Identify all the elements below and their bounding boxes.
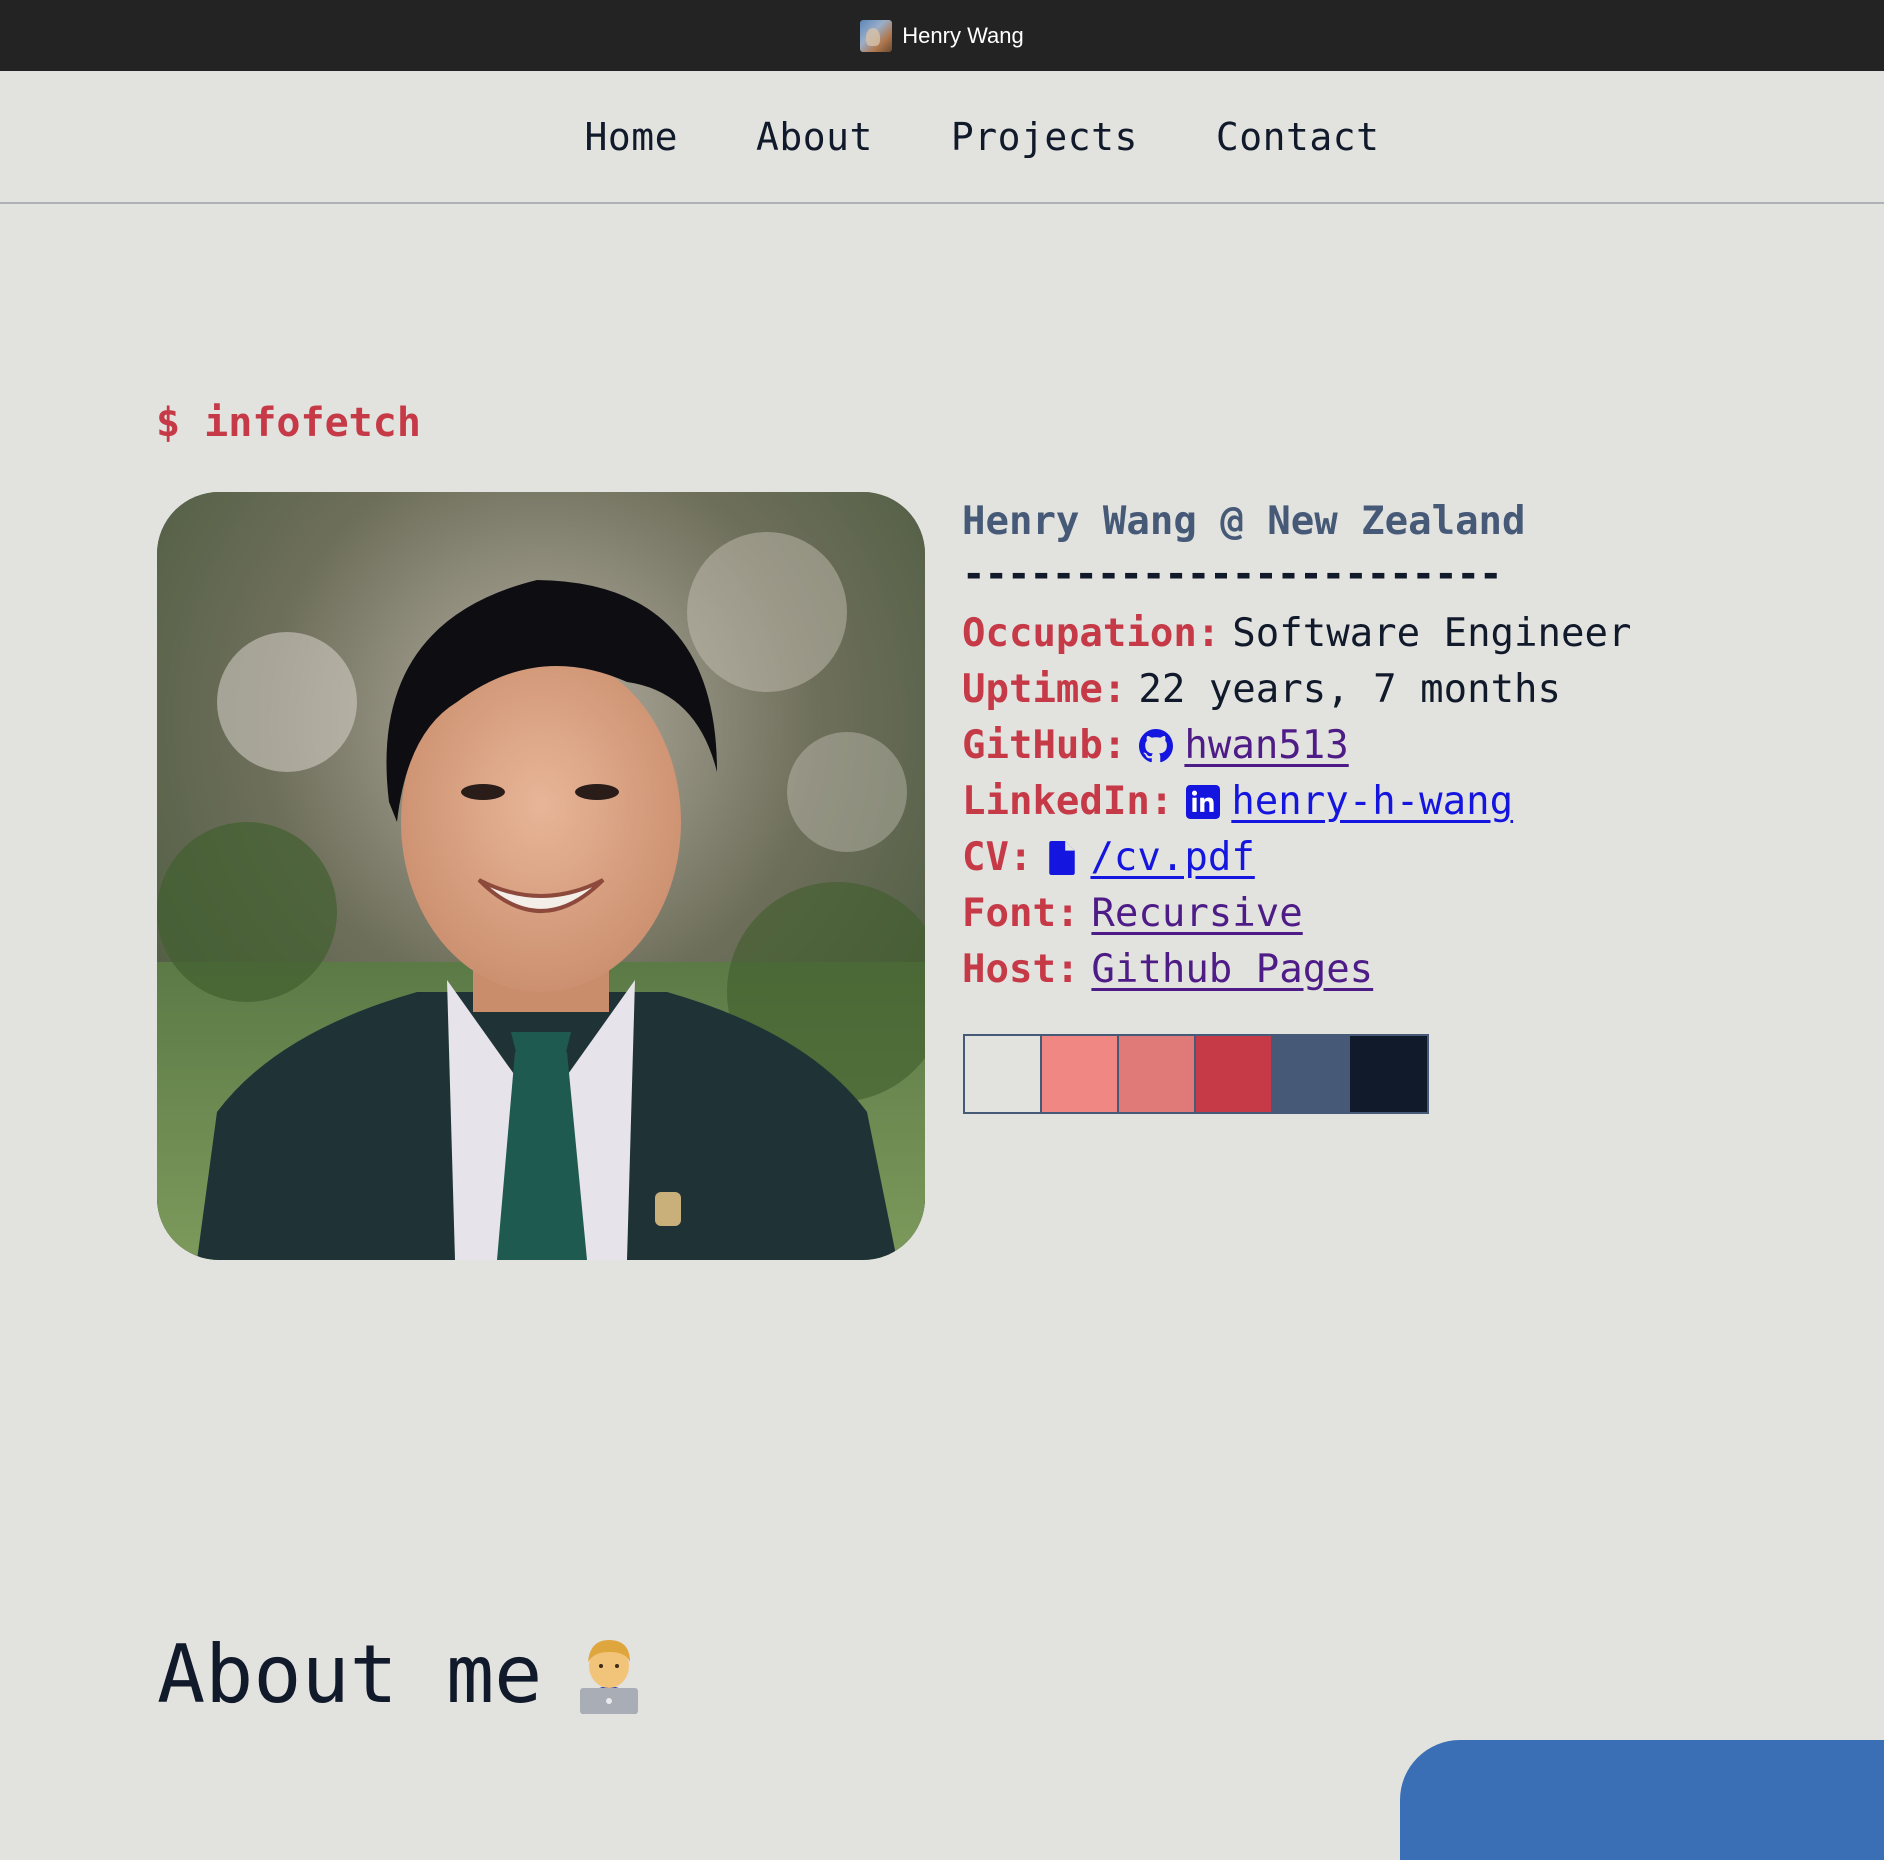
font-link[interactable]: Recursive	[1091, 886, 1302, 942]
color-palette	[963, 1034, 1429, 1114]
linkedin-icon	[1185, 784, 1221, 820]
window-title: Henry Wang	[902, 22, 1024, 48]
font-row: Font: Recursive	[962, 886, 1842, 942]
about-section-heading: About me	[157, 1628, 646, 1721]
file-icon	[1044, 840, 1080, 876]
occupation-value: Software Engineer	[1232, 611, 1632, 656]
palette-swatch	[1042, 1036, 1119, 1112]
user-host-heading: Henry Wang @ New Zealand	[962, 499, 1526, 544]
nav-projects-link[interactable]: Projects	[951, 115, 1138, 159]
palette-swatch	[1119, 1036, 1196, 1112]
uptime-value: 22 years, 7 months	[1138, 667, 1562, 712]
github-key: GitHub:	[962, 723, 1127, 768]
technologist-emoji-icon	[572, 1636, 646, 1714]
main-nav: Home About Projects Contact	[0, 71, 1884, 204]
palette-swatch	[1350, 1036, 1427, 1112]
profile-photo	[157, 492, 925, 1260]
palette-swatch	[965, 1036, 1042, 1112]
uptime-key: Uptime:	[962, 667, 1127, 712]
host-key: Host:	[962, 947, 1080, 992]
terminal-prompt: $ infofetch	[156, 400, 421, 446]
nav-contact-link[interactable]: Contact	[1216, 115, 1380, 159]
palette-swatch	[1196, 1036, 1273, 1112]
font-key: Font:	[962, 891, 1080, 936]
infofetch-panel: Henry Wang @ New Zealand ---------------…	[962, 494, 1842, 998]
cv-link[interactable]: /cv.pdf	[1090, 830, 1254, 886]
host-link[interactable]: Github Pages	[1091, 942, 1373, 998]
browser-tab-bar: Henry Wang	[0, 0, 1884, 71]
nav-home-link[interactable]: Home	[584, 115, 678, 159]
about-heading-text: About me	[157, 1628, 543, 1721]
linkedin-link[interactable]: henry-h-wang	[1231, 774, 1513, 830]
palette-swatch	[1273, 1036, 1350, 1112]
cv-key: CV:	[962, 835, 1033, 880]
occupation-key: Occupation:	[962, 611, 1221, 656]
about-photo-peek	[1400, 1740, 1884, 1860]
nav-about-link[interactable]: About	[756, 115, 873, 159]
favicon-icon	[860, 19, 893, 52]
host-row: Host: Github Pages	[962, 942, 1842, 998]
github-link[interactable]: hwan513	[1184, 718, 1348, 774]
occupation-row: Occupation: Software Engineer	[962, 606, 1842, 662]
linkedin-row: LinkedIn: henry-h-wang	[962, 774, 1842, 830]
github-row: GitHub: hwan513	[962, 718, 1842, 774]
cv-row: CV: /cv.pdf	[962, 830, 1842, 886]
github-icon	[1138, 728, 1174, 764]
uptime-row: Uptime: 22 years, 7 months	[962, 662, 1842, 718]
separator-line: ------------------------	[962, 552, 1503, 597]
linkedin-key: LinkedIn:	[962, 779, 1174, 824]
